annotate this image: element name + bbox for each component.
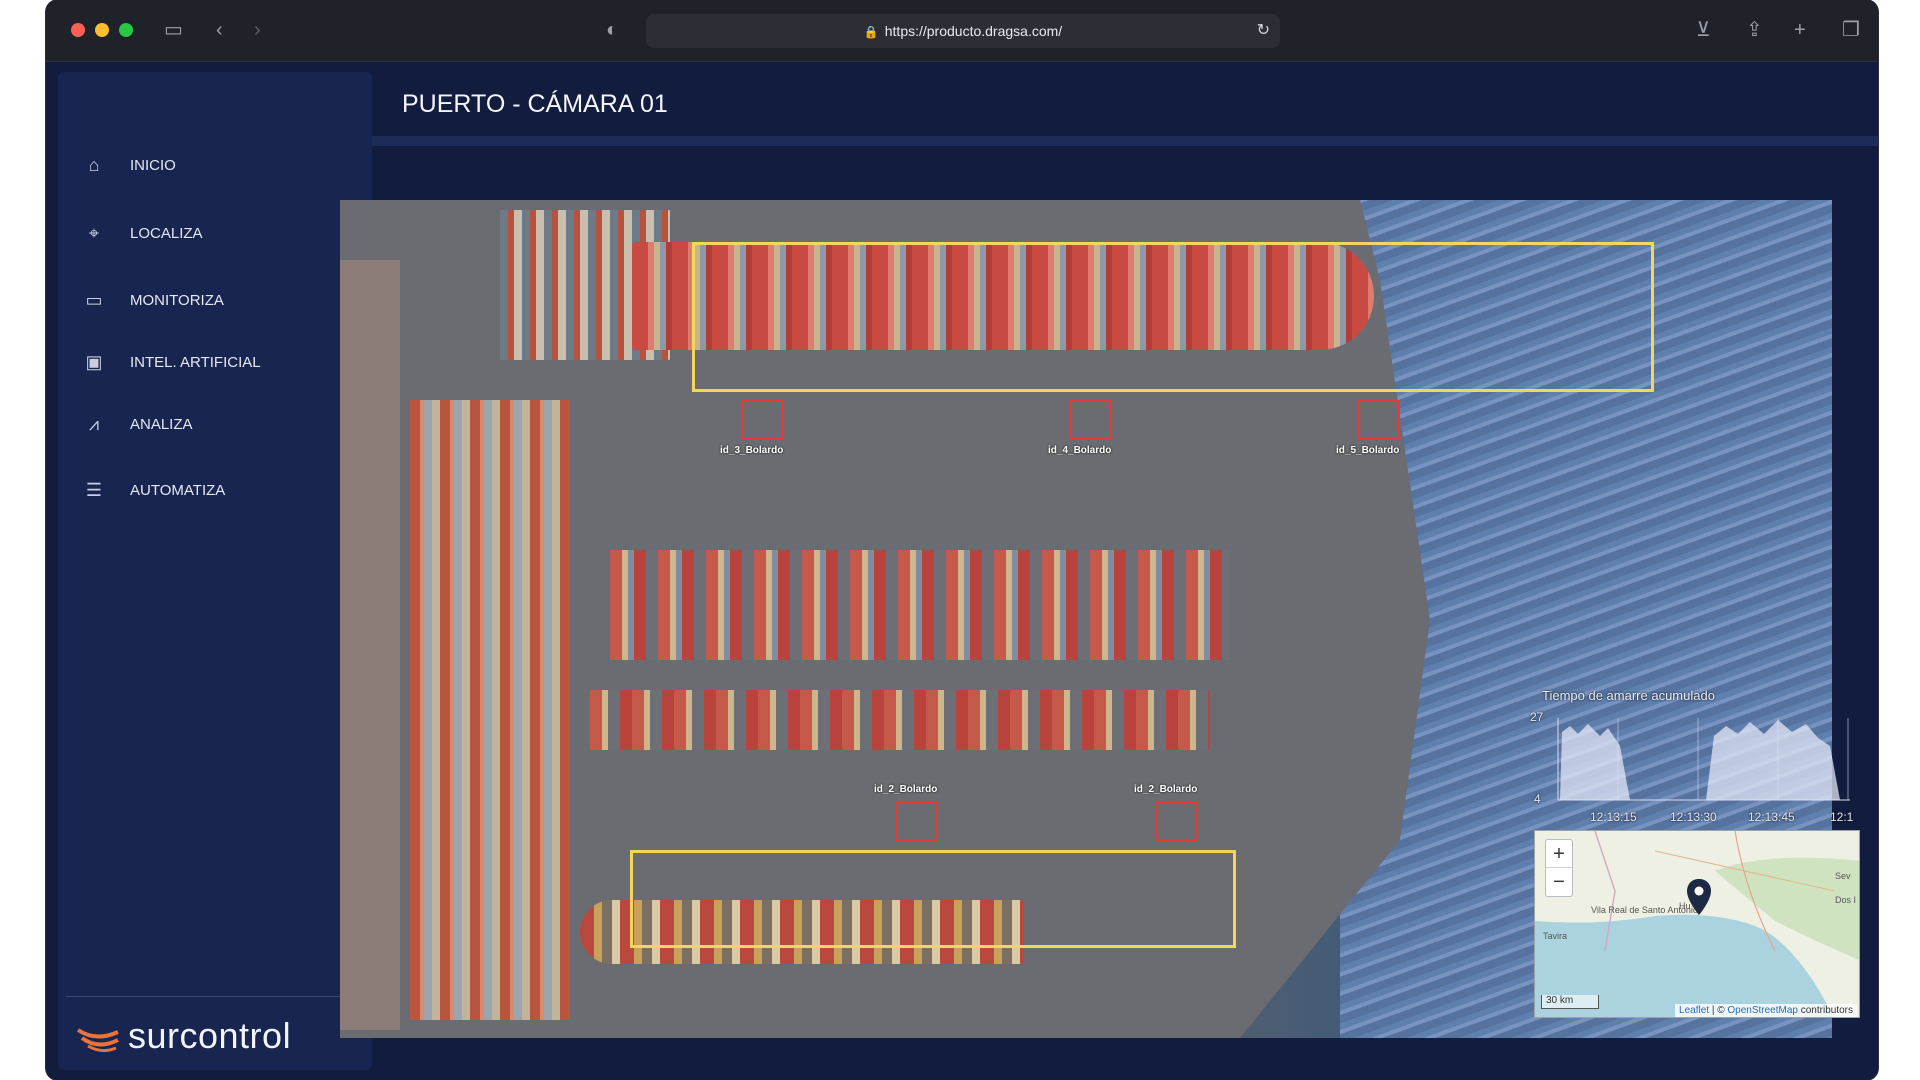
y-tick-label: 27 bbox=[1530, 710, 1544, 724]
detection-label: id_2_Bolardo bbox=[1134, 784, 1198, 795]
sidebar-item-label: AUTOMATIZA bbox=[130, 481, 226, 499]
zoom-out-button[interactable]: − bbox=[1546, 868, 1572, 896]
x-tick-label: 12:13:15 bbox=[1590, 810, 1637, 824]
map-tiles bbox=[1535, 831, 1859, 1017]
osm-link[interactable]: OpenStreetMap bbox=[1727, 1005, 1798, 1016]
shield-icon[interactable]: ◐ bbox=[606, 18, 618, 42]
map-place-label: Sev bbox=[1835, 871, 1851, 881]
header-subbar bbox=[372, 136, 1878, 146]
sidebar-item-intel-artificial[interactable]: ▣ INTEL. ARTIFICIAL bbox=[82, 347, 261, 377]
chart-icon: ⩘ bbox=[88, 413, 100, 434]
bollard-detection-box[interactable] bbox=[1070, 400, 1112, 440]
tabs-overview-icon[interactable]: ❐ bbox=[1842, 18, 1860, 42]
sidebar-item-inicio[interactable]: ⌂ INICIO bbox=[82, 150, 176, 180]
address-bar[interactable]: 🔒 https://producto.dragsa.com/ ↻ bbox=[646, 14, 1280, 48]
sidebar-item-label: ANALIZA bbox=[130, 415, 193, 433]
detection-label: id_2_Bolardo bbox=[874, 784, 938, 795]
brand-divider bbox=[66, 996, 362, 997]
reload-icon[interactable]: ↻ bbox=[1257, 14, 1270, 48]
chart-title: Tiempo de amarre acumulado bbox=[1542, 688, 1715, 703]
sidebar-item-automatiza[interactable]: ☰ AUTOMATIZA bbox=[82, 475, 225, 505]
detection-label: id_4_Bolardo bbox=[1048, 445, 1112, 456]
detection-label: id_3_Bolardo bbox=[720, 445, 784, 456]
minimize-window-button[interactable] bbox=[95, 23, 109, 37]
sidebar: ⌂ INICIO ⌖ LOCALIZA ▭ MONITORIZA ▣ INTEL… bbox=[58, 72, 372, 1070]
ship-detection-box[interactable] bbox=[692, 242, 1654, 392]
close-window-button[interactable] bbox=[71, 23, 85, 37]
container-yard bbox=[590, 690, 1210, 750]
new-tab-icon[interactable]: + bbox=[1794, 18, 1806, 42]
page-title: PUERTO - CÁMARA 01 bbox=[402, 90, 668, 118]
container-yard bbox=[610, 550, 1230, 660]
share-icon[interactable]: ⇪ bbox=[1746, 18, 1763, 42]
area-series-1 bbox=[1560, 724, 1630, 800]
sidebar-item-monitoriza[interactable]: ▭ MONITORIZA bbox=[82, 285, 224, 315]
location-map[interactable]: Vila Real de Santo António Tavira Hu Sev… bbox=[1534, 830, 1860, 1018]
zoom-in-button[interactable]: + bbox=[1546, 840, 1572, 868]
sidebar-item-label: MONITORIZA bbox=[130, 291, 224, 309]
area-series-2 bbox=[1706, 720, 1840, 800]
map-marker-icon[interactable] bbox=[1685, 877, 1713, 917]
map-attribution: Leaflet | © OpenStreetMap contributors bbox=[1675, 1004, 1857, 1017]
ai-chip-icon: ▣ bbox=[85, 351, 103, 372]
leaflet-link[interactable]: Leaflet bbox=[1679, 1005, 1709, 1016]
brand-name: surcontrol bbox=[128, 1015, 292, 1056]
y-tick-label: 4 bbox=[1534, 792, 1541, 806]
container-yard-left bbox=[340, 260, 400, 1030]
sidebar-toggle-icon[interactable]: ▭ bbox=[164, 18, 183, 42]
back-icon[interactable]: ‹ bbox=[216, 18, 223, 42]
map-place-label: Tavira bbox=[1543, 931, 1568, 941]
bollard-detection-box[interactable] bbox=[1358, 400, 1400, 440]
x-tick-label: 12:1 bbox=[1830, 810, 1854, 824]
maximize-window-button[interactable] bbox=[119, 23, 133, 37]
browser-titlebar: ▭ ‹ › ◐ 🔒 https://producto.dragsa.com/ ↻ … bbox=[46, 0, 1878, 62]
url-text: https://producto.dragsa.com/ bbox=[884, 23, 1063, 39]
sidebar-item-localiza[interactable]: ⌖ LOCALIZA bbox=[82, 218, 203, 248]
map-scale: 30 km bbox=[1541, 995, 1599, 1009]
surcontrol-logo-icon bbox=[76, 1028, 119, 1053]
x-tick-label: 12:13:45 bbox=[1748, 810, 1795, 824]
map-place-label: Dos I bbox=[1835, 895, 1857, 905]
sidebar-item-label: LOCALIZA bbox=[130, 224, 203, 242]
sidebar-item-label: INICIO bbox=[130, 156, 176, 174]
ship-detection-box[interactable] bbox=[630, 850, 1236, 948]
map-pin-icon: ⌖ bbox=[88, 222, 100, 243]
bollard-detection-box[interactable] bbox=[896, 802, 938, 842]
brand-logo[interactable]: surcontrol bbox=[74, 1006, 291, 1066]
forward-icon[interactable]: › bbox=[254, 18, 261, 42]
home-icon: ⌂ bbox=[88, 154, 100, 175]
container-yard bbox=[410, 400, 570, 1020]
download-icon[interactable]: ⊻ bbox=[1696, 18, 1711, 42]
lock-icon: 🔒 bbox=[863, 25, 879, 39]
attribution-tail: contributors bbox=[1797, 1005, 1853, 1016]
map-zoom-control: + − bbox=[1545, 839, 1573, 897]
page-header: PUERTO - CÁMARA 01 bbox=[372, 62, 1878, 132]
sidebar-item-label: INTEL. ARTIFICIAL bbox=[130, 353, 261, 371]
x-tick-label: 12:13:30 bbox=[1670, 810, 1717, 824]
bollard-detection-box[interactable] bbox=[1156, 802, 1198, 842]
mooring-time-chart bbox=[1557, 718, 1850, 801]
detection-label: id_5_Bolardo bbox=[1336, 445, 1400, 456]
bollard-detection-box[interactable] bbox=[742, 400, 784, 440]
sidebar-item-analiza[interactable]: ⩘ ANALIZA bbox=[82, 409, 193, 439]
monitor-icon: ▭ bbox=[85, 289, 103, 310]
checklist-icon: ☰ bbox=[85, 479, 103, 500]
attribution-separator: | © bbox=[1709, 1005, 1728, 1016]
